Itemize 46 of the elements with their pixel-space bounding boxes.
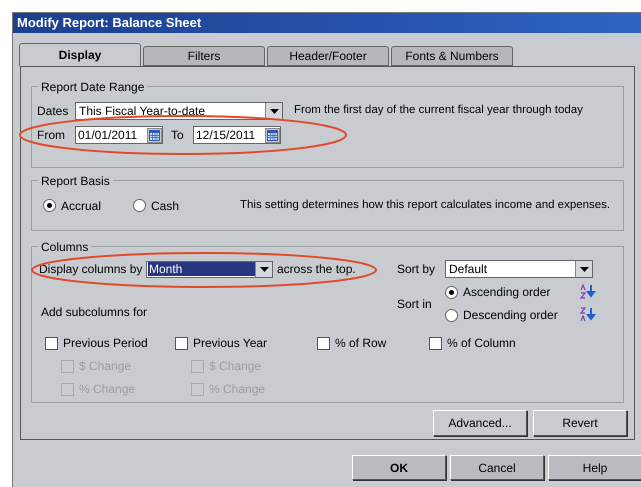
radio-button[interactable] <box>445 308 458 322</box>
tab[interactable]: Display <box>19 43 141 66</box>
panel-button[interactable]: Advanced... <box>433 410 527 436</box>
calendar-icon[interactable] <box>147 128 162 142</box>
sort-ascending-icon <box>580 284 596 300</box>
tab[interactable]: Fonts & Numbers <box>391 46 513 66</box>
radio-button[interactable] <box>133 199 146 212</box>
dialog-button[interactable]: OK <box>352 455 446 480</box>
sort-descending-icon <box>580 307 596 323</box>
radio-label: Ascending order <box>463 284 552 301</box>
subcolumns-label: Add subcolumns for <box>41 304 148 321</box>
display-columns-dropdown[interactable]: Month <box>146 260 273 278</box>
checkbox[interactable] <box>317 336 330 350</box>
radio-label: Accrual <box>61 198 102 214</box>
field-label: Sort in <box>397 296 433 312</box>
checkbox-label: Previous Period <box>63 335 148 352</box>
radio-button[interactable] <box>43 199 56 212</box>
checkbox[interactable] <box>429 336 442 350</box>
dropdown-value: Month <box>148 262 255 276</box>
window-title: Modify Report: Balance Sheet <box>17 14 202 32</box>
checkbox-label: % of Column <box>447 335 516 352</box>
field-label: Sort by <box>397 261 436 278</box>
field-label: Dates <box>37 103 70 120</box>
checkbox[interactable] <box>45 336 58 350</box>
tab[interactable]: Filters <box>143 46 265 66</box>
radio-label: Descending order <box>463 307 559 324</box>
checkbox-label: % of Row <box>335 335 386 352</box>
from-date-field[interactable]: 01/01/2011 <box>75 126 163 144</box>
panel-button[interactable]: Revert <box>533 410 627 436</box>
field-label: across the top. <box>277 261 356 278</box>
basis-description: This setting determines how this report calculates income and expenses. <box>240 198 610 213</box>
dialog-button[interactable]: Cancel <box>450 455 544 480</box>
sort-by-dropdown[interactable]: Default <box>445 260 593 278</box>
radio-label: Cash <box>151 198 180 214</box>
to-date-field[interactable]: 12/15/2011 <box>193 126 281 144</box>
radio-button[interactable] <box>445 286 458 298</box>
checkbox-label: Previous Year <box>193 335 268 352</box>
calendar-icon[interactable] <box>265 128 280 142</box>
field-label: From <box>37 127 66 144</box>
date-range-description: From the first day of the current fiscal year through today <box>294 103 583 118</box>
dates-dropdown[interactable]: This Fiscal Year-to-date <box>75 102 283 120</box>
dialog-button[interactable]: Help <box>548 455 641 480</box>
field-label: To <box>171 127 185 144</box>
field-label: Display columns by <box>39 261 144 278</box>
tab[interactable]: Header/Footer <box>267 46 389 66</box>
checkbox[interactable] <box>175 336 188 350</box>
